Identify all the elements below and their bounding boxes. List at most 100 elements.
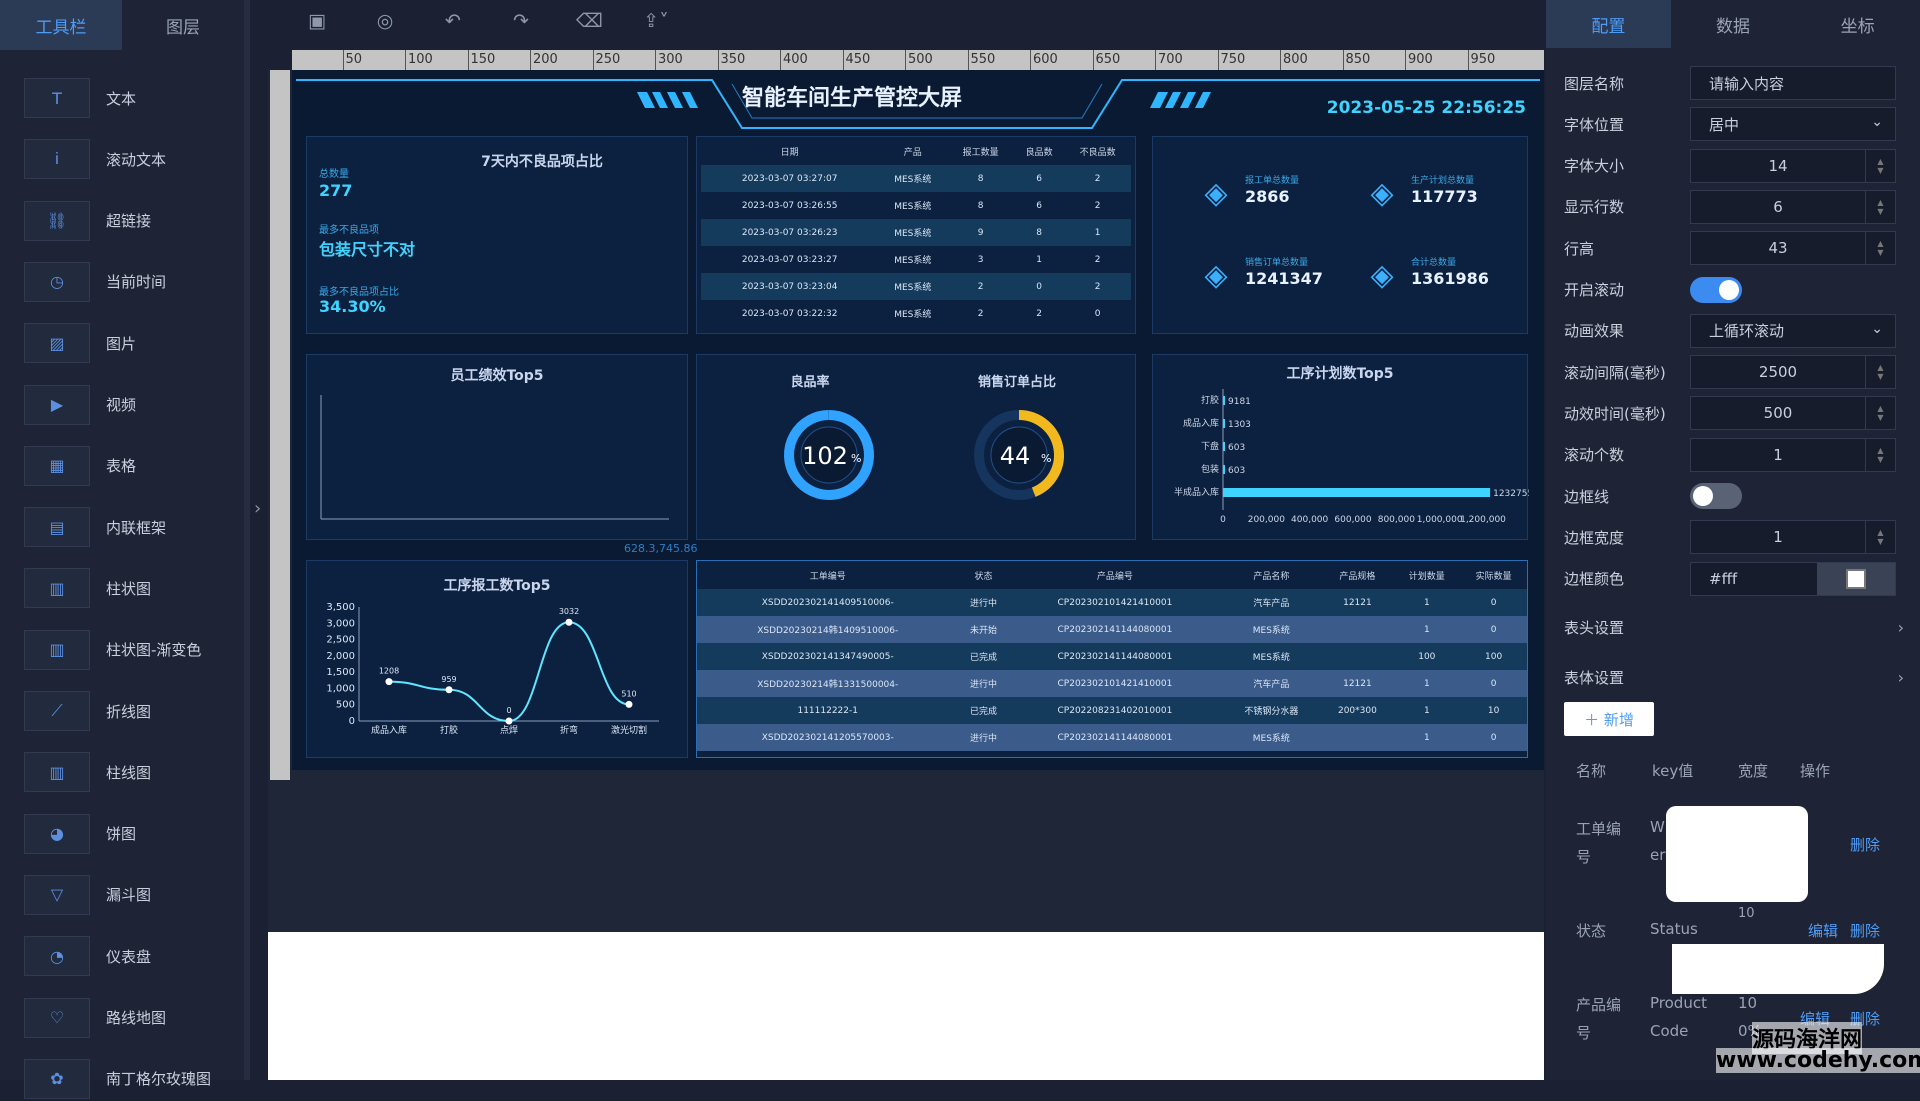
process-top5-panel[interactable]: 工序计划数Top5 打胶 9181 成品入库 1303 下盘 603 包装 603 半成品入库 1… xyxy=(1152,354,1529,540)
prop-input[interactable]: 2500 ▲ ▼ xyxy=(1690,355,1896,390)
component-item-16[interactable]: ✿ 南丁格尔玫瑰图 xyxy=(24,1057,234,1101)
data-point xyxy=(505,717,513,725)
report-top5-panel[interactable]: 工序报工数Top5 0 500 1,000 1,500 2,000 2,500 3,000 3… xyxy=(306,560,688,758)
component-item-8[interactable]: ▥ 柱状图 xyxy=(24,566,234,610)
table-cell: 8 xyxy=(977,200,984,211)
table-cell: 1 xyxy=(1036,254,1042,265)
toggle-switch[interactable] xyxy=(1690,483,1742,509)
stepper-icon[interactable]: ▲ ▼ xyxy=(1865,232,1895,265)
row1-delete-link[interactable]: 删除 xyxy=(1850,834,1880,855)
component-item-7[interactable]: ▤ 内联框架 xyxy=(24,505,234,549)
employee-top5-panel[interactable]: 员工绩效Top5 xyxy=(306,354,688,540)
color-swatch[interactable] xyxy=(1817,562,1895,595)
tab-config[interactable]: 配置 xyxy=(1546,0,1671,48)
component-item-4[interactable]: ▨ 图片 xyxy=(24,321,234,365)
table-cell: 不锈钢分水器 xyxy=(1221,697,1322,724)
table-cell: 1 xyxy=(1393,616,1461,643)
prop-input[interactable]: 43 ▲ ▼ xyxy=(1690,231,1896,266)
prop-label: 滚动个数 xyxy=(1564,446,1625,465)
stepper-icon[interactable]: ▲ ▼ xyxy=(1865,438,1895,471)
dashboard-canvas[interactable]: 智能车间生产管控大屏 2023-05-25 22:56:25 7天内不良品项占比… xyxy=(292,70,1544,770)
toggle-switch[interactable] xyxy=(1690,276,1742,303)
component-item-13[interactable]: ▽ 漏斗图 xyxy=(24,873,234,917)
component-item-2[interactable]: ⛓ 超链接 xyxy=(24,199,234,243)
tab-layers[interactable]: 图层 xyxy=(122,0,244,50)
component-item-12[interactable]: ◕ 饼图 xyxy=(24,812,234,856)
component-item-1[interactable]: Ꭵ 滚动文本 xyxy=(24,137,234,181)
route-map-icon: ♡ xyxy=(24,997,90,1038)
header-settings-row[interactable]: 表头设置 › xyxy=(1564,610,1904,644)
tab-coords[interactable]: 坐标 xyxy=(1795,0,1920,48)
collapse-panel-icon[interactable]: › xyxy=(254,498,261,519)
gradient-bar-chart-icon: ▥ xyxy=(24,629,90,670)
component-item-9[interactable]: ▥ 柱状图-渐变色 xyxy=(24,628,234,672)
order-col-header: 工单编号 xyxy=(809,571,846,582)
prop-row: 边框线 xyxy=(1564,479,1904,513)
table-cell: 1 xyxy=(1393,589,1461,616)
color-square xyxy=(1846,568,1866,589)
body-settings-row[interactable]: 表体设置 › xyxy=(1564,660,1904,694)
component-item-10[interactable]: ⟋ 折线图 xyxy=(24,689,234,733)
gauges-svg: 102% 44% xyxy=(784,410,1064,500)
stats-panel[interactable]: ◈ 报工单总数量 2866 ◈ 生产计划总数量 117773 ◈ 销售订单总数量 1241347… xyxy=(1152,136,1528,334)
ruler-tick: 100 xyxy=(405,50,433,70)
defect-panel[interactable]: 7天内不良品项占比 总数量 277 最多不良品项 包装尺寸不对 最多不良品项占比… xyxy=(306,136,688,334)
table-cell: 2 xyxy=(1064,165,1131,192)
save-icon[interactable]: ▣ xyxy=(304,8,330,34)
prop-input[interactable]: #fff xyxy=(1690,561,1896,596)
component-item-0[interactable]: T 文本 xyxy=(24,76,234,120)
preview-icon[interactable]: ◎ xyxy=(372,8,398,34)
prop-input[interactable]: 1 ▲ ▼ xyxy=(1690,520,1896,555)
redo-icon[interactable]: ↷ xyxy=(508,8,534,34)
component-item-14[interactable]: ◔ 仪表盘 xyxy=(24,934,234,978)
prop-row: 滚动个数 1 ▲ ▼ xyxy=(1564,437,1904,472)
prop-row: 行高 43 ▲ ▼ xyxy=(1564,231,1904,266)
table-cell: 0 xyxy=(1014,273,1065,300)
clear-icon[interactable]: ⌫ xyxy=(576,8,603,34)
stepper-icon[interactable]: ▲ ▼ xyxy=(1865,190,1895,223)
undo-icon[interactable]: ↶ xyxy=(440,8,466,34)
prop-input[interactable]: 上循环滚动 ⌄ xyxy=(1690,313,1896,348)
component-item-15[interactable]: ♡ 路线地图 xyxy=(24,996,234,1040)
stepper-icon[interactable]: ▲ ▼ xyxy=(1865,521,1895,554)
data-label: 1208 xyxy=(379,667,399,676)
row1-key-2: er xyxy=(1650,846,1666,864)
prop-label: 字体大小 xyxy=(1564,157,1625,176)
y-tick-label: 打胶 xyxy=(1201,394,1219,406)
row2-key: Status xyxy=(1650,920,1698,938)
component-label: 表格 xyxy=(106,457,137,476)
scroll-text-icon: Ꭵ xyxy=(24,139,90,180)
component-item-5[interactable]: ▶ 视频 xyxy=(24,383,234,427)
bar-value-label: 9181 xyxy=(1228,397,1251,407)
total-value: 277 xyxy=(319,181,353,200)
tab-toolbar[interactable]: 工具栏 xyxy=(0,0,122,50)
add-column-button[interactable]: ＋ 新增 xyxy=(1564,702,1654,736)
gauges-panel[interactable]: 良品率 销售订单占比 102% 44% xyxy=(696,354,1136,540)
prop-input[interactable]: 请输入内容 xyxy=(1690,66,1896,100)
defect-panel-title: 7天内不良品项占比 xyxy=(481,154,603,170)
export-icon[interactable]: ⇪˅ xyxy=(636,8,676,34)
table-cell: 0 xyxy=(1460,670,1527,697)
stepper-icon[interactable]: ▲ ▼ xyxy=(1865,356,1895,389)
prop-input[interactable]: 14 ▲ ▼ xyxy=(1690,148,1896,183)
prop-value: 500 xyxy=(1763,404,1793,423)
prop-input[interactable]: 居中 ⌄ xyxy=(1690,107,1896,142)
stepper-icon[interactable]: ▲ ▼ xyxy=(1865,149,1895,182)
component-item-6[interactable]: ▦ 表格 xyxy=(24,444,234,488)
prop-input[interactable]: 6 ▲ ▼ xyxy=(1690,189,1896,224)
order-table-panel[interactable]: 工单编号 状态 产品编号 产品名称 产品规格 计划数量 实际数量 XSDD2023021414… xyxy=(696,560,1528,758)
table-row: XSDD202302141347490005- 已完成 CP202302141144… xyxy=(697,643,1527,670)
component-item-11[interactable]: ▥ 柱线图 xyxy=(24,750,234,794)
row2-edit-link[interactable]: 编辑 xyxy=(1808,920,1838,941)
row2-delete-link[interactable]: 删除 xyxy=(1850,920,1880,941)
report-col-header: 不良品数 xyxy=(1079,147,1116,158)
prop-input[interactable]: 1 ▲ ▼ xyxy=(1690,437,1896,472)
tab-data[interactable]: 数据 xyxy=(1671,0,1796,48)
report-table-panel[interactable]: 日期 产品 报工数量 良品数 不良品数 2023-03-07 03:27:07 MES系统 8… xyxy=(696,136,1136,334)
component-item-3[interactable]: ◷ 当前时间 xyxy=(24,260,234,304)
component-label: 文本 xyxy=(106,89,137,108)
table-cell: 进行中 xyxy=(958,724,1009,751)
table-cell xyxy=(1321,724,1394,751)
stepper-icon[interactable]: ▲ ▼ xyxy=(1865,397,1895,430)
prop-input[interactable]: 500 ▲ ▼ xyxy=(1690,396,1896,431)
